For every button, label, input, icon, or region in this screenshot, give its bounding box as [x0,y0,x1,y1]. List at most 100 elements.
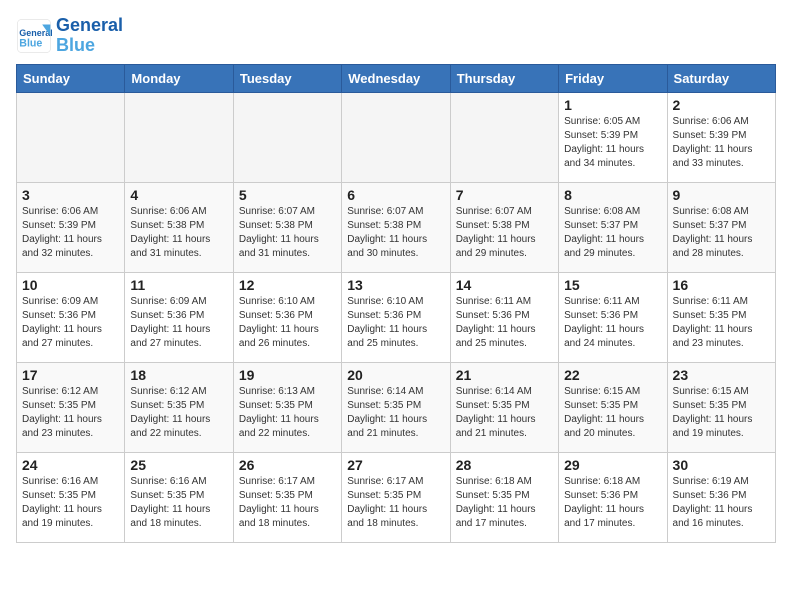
calendar-day: 10Sunrise: 6:09 AMSunset: 5:36 PMDayligh… [17,272,125,362]
calendar-day: 2 Sunrise: 6:06 AMSunset: 5:39 PMDaylight… [667,92,775,182]
calendar-day [125,92,233,182]
calendar-day: 17Sunrise: 6:12 AMSunset: 5:35 PMDayligh… [17,362,125,452]
day-info: Sunrise: 6:07 AMSunset: 5:38 PMDaylight:… [456,205,553,261]
day-number: 18 [130,367,227,383]
calendar-day: 23 Sunrise: 6:15 AMSunset: 5:35 PMDayligh… [667,362,775,452]
day-info: Sunrise: 6:05 AMSunset: 5:39 PMDaylight:… [564,115,661,171]
day-number: 16 [673,277,770,293]
col-header-monday: Monday [125,64,233,92]
day-info: Sunrise: 6:10 AMSunset: 5:36 PMDaylight:… [347,295,444,351]
day-info: Sunrise: 6:08 AMSunset: 5:37 PMDaylight:… [673,205,770,261]
day-info: Sunrise: 6:06 AMSunset: 5:38 PMDaylight:… [130,205,227,261]
day-number: 5 [239,187,336,203]
day-info: Sunrise: 6:15 AMSunset: 5:35 PMDaylight:… [673,385,770,441]
calendar-day: 24 Sunrise: 6:16 AMSunset: 5:35 PMDayligh… [17,452,125,542]
day-number: 1 [564,97,661,113]
day-info: Sunrise: 6:07 AMSunset: 5:38 PMDaylight:… [239,205,336,261]
calendar-day: 7Sunrise: 6:07 AMSunset: 5:38 PMDaylight… [450,182,558,272]
day-number: 30 [673,457,770,473]
calendar-day: 30 Sunrise: 6:19 AMSunset: 5:36 PMDayligh… [667,452,775,542]
day-number: 12 [239,277,336,293]
day-number: 23 [673,367,770,383]
calendar-day: 13Sunrise: 6:10 AMSunset: 5:36 PMDayligh… [342,272,450,362]
day-info: Sunrise: 6:09 AMSunset: 5:36 PMDaylight:… [130,295,227,351]
day-number: 24 [22,457,119,473]
calendar-day: 28 Sunrise: 6:18 AMSunset: 5:35 PMDayligh… [450,452,558,542]
day-info: Sunrise: 6:06 AMSunset: 5:39 PMDaylight:… [22,205,119,261]
calendar-day: 29 Sunrise: 6:18 AMSunset: 5:36 PMDayligh… [559,452,667,542]
calendar-day: 6 Sunrise: 6:07 AMSunset: 5:38 PMDaylight… [342,182,450,272]
day-number: 2 [673,97,770,113]
calendar-day: 18 Sunrise: 6:12 AMSunset: 5:35 PMDayligh… [125,362,233,452]
calendar-day: 25 Sunrise: 6:16 AMSunset: 5:35 PMDayligh… [125,452,233,542]
calendar-day [342,92,450,182]
day-number: 26 [239,457,336,473]
calendar-day: 3 Sunrise: 6:06 AMSunset: 5:39 PMDaylight… [17,182,125,272]
calendar-day: 20 Sunrise: 6:14 AMSunset: 5:35 PMDayligh… [342,362,450,452]
col-header-friday: Friday [559,64,667,92]
day-info: Sunrise: 6:18 AMSunset: 5:36 PMDaylight:… [564,475,661,531]
calendar-week-row: 10Sunrise: 6:09 AMSunset: 5:36 PMDayligh… [17,272,776,362]
calendar-day: 11 Sunrise: 6:09 AMSunset: 5:36 PMDayligh… [125,272,233,362]
day-info: Sunrise: 6:16 AMSunset: 5:35 PMDaylight:… [22,475,119,531]
day-number: 8 [564,187,661,203]
col-header-wednesday: Wednesday [342,64,450,92]
calendar-day: 15 Sunrise: 6:11 AMSunset: 5:36 PMDayligh… [559,272,667,362]
calendar-day: 12 Sunrise: 6:10 AMSunset: 5:36 PMDayligh… [233,272,341,362]
day-info: Sunrise: 6:13 AMSunset: 5:35 PMDaylight:… [239,385,336,441]
day-number: 19 [239,367,336,383]
col-header-sunday: Sunday [17,64,125,92]
day-info: Sunrise: 6:12 AMSunset: 5:35 PMDaylight:… [22,385,119,441]
col-header-thursday: Thursday [450,64,558,92]
calendar-day [233,92,341,182]
calendar-day: 19 Sunrise: 6:13 AMSunset: 5:35 PMDayligh… [233,362,341,452]
day-info: Sunrise: 6:18 AMSunset: 5:35 PMDaylight:… [456,475,553,531]
calendar-day: 22 Sunrise: 6:15 AMSunset: 5:35 PMDayligh… [559,362,667,452]
day-number: 20 [347,367,444,383]
day-info: Sunrise: 6:07 AMSunset: 5:38 PMDaylight:… [347,205,444,261]
page-header: General Blue GeneralBlue [16,16,776,56]
day-info: Sunrise: 6:17 AMSunset: 5:35 PMDaylight:… [347,475,444,531]
day-number: 6 [347,187,444,203]
day-info: Sunrise: 6:11 AMSunset: 5:36 PMDaylight:… [456,295,553,351]
col-header-saturday: Saturday [667,64,775,92]
day-number: 27 [347,457,444,473]
logo: General Blue GeneralBlue [16,16,123,56]
day-info: Sunrise: 6:16 AMSunset: 5:35 PMDaylight:… [130,475,227,531]
day-number: 9 [673,187,770,203]
day-info: Sunrise: 6:11 AMSunset: 5:36 PMDaylight:… [564,295,661,351]
calendar-day: 8Sunrise: 6:08 AMSunset: 5:37 PMDaylight… [559,182,667,272]
day-info: Sunrise: 6:09 AMSunset: 5:36 PMDaylight:… [22,295,119,351]
day-info: Sunrise: 6:17 AMSunset: 5:35 PMDaylight:… [239,475,336,531]
calendar-day: 27 Sunrise: 6:17 AMSunset: 5:35 PMDayligh… [342,452,450,542]
col-header-tuesday: Tuesday [233,64,341,92]
logo-text: GeneralBlue [56,16,123,56]
calendar-day: 14Sunrise: 6:11 AMSunset: 5:36 PMDayligh… [450,272,558,362]
day-number: 3 [22,187,119,203]
logo-icon: General Blue [16,18,52,54]
calendar-week-row: 24 Sunrise: 6:16 AMSunset: 5:35 PMDayligh… [17,452,776,542]
day-info: Sunrise: 6:15 AMSunset: 5:35 PMDaylight:… [564,385,661,441]
calendar-day: 26 Sunrise: 6:17 AMSunset: 5:35 PMDayligh… [233,452,341,542]
day-info: Sunrise: 6:12 AMSunset: 5:35 PMDaylight:… [130,385,227,441]
day-number: 25 [130,457,227,473]
calendar-header-row: SundayMondayTuesdayWednesdayThursdayFrid… [17,64,776,92]
day-number: 28 [456,457,553,473]
day-info: Sunrise: 6:19 AMSunset: 5:36 PMDaylight:… [673,475,770,531]
day-number: 29 [564,457,661,473]
calendar-week-row: 3 Sunrise: 6:06 AMSunset: 5:39 PMDaylight… [17,182,776,272]
day-number: 15 [564,277,661,293]
calendar-week-row: 1 Sunrise: 6:05 AMSunset: 5:39 PMDaylight… [17,92,776,182]
day-number: 22 [564,367,661,383]
day-info: Sunrise: 6:14 AMSunset: 5:35 PMDaylight:… [347,385,444,441]
calendar-day: 9 Sunrise: 6:08 AMSunset: 5:37 PMDaylight… [667,182,775,272]
day-number: 4 [130,187,227,203]
day-number: 11 [130,277,227,293]
day-info: Sunrise: 6:11 AMSunset: 5:35 PMDaylight:… [673,295,770,351]
day-info: Sunrise: 6:06 AMSunset: 5:39 PMDaylight:… [673,115,770,171]
svg-text:Blue: Blue [19,37,42,49]
calendar-day: 16 Sunrise: 6:11 AMSunset: 5:35 PMDayligh… [667,272,775,362]
day-number: 21 [456,367,553,383]
day-info: Sunrise: 6:10 AMSunset: 5:36 PMDaylight:… [239,295,336,351]
calendar-day [450,92,558,182]
